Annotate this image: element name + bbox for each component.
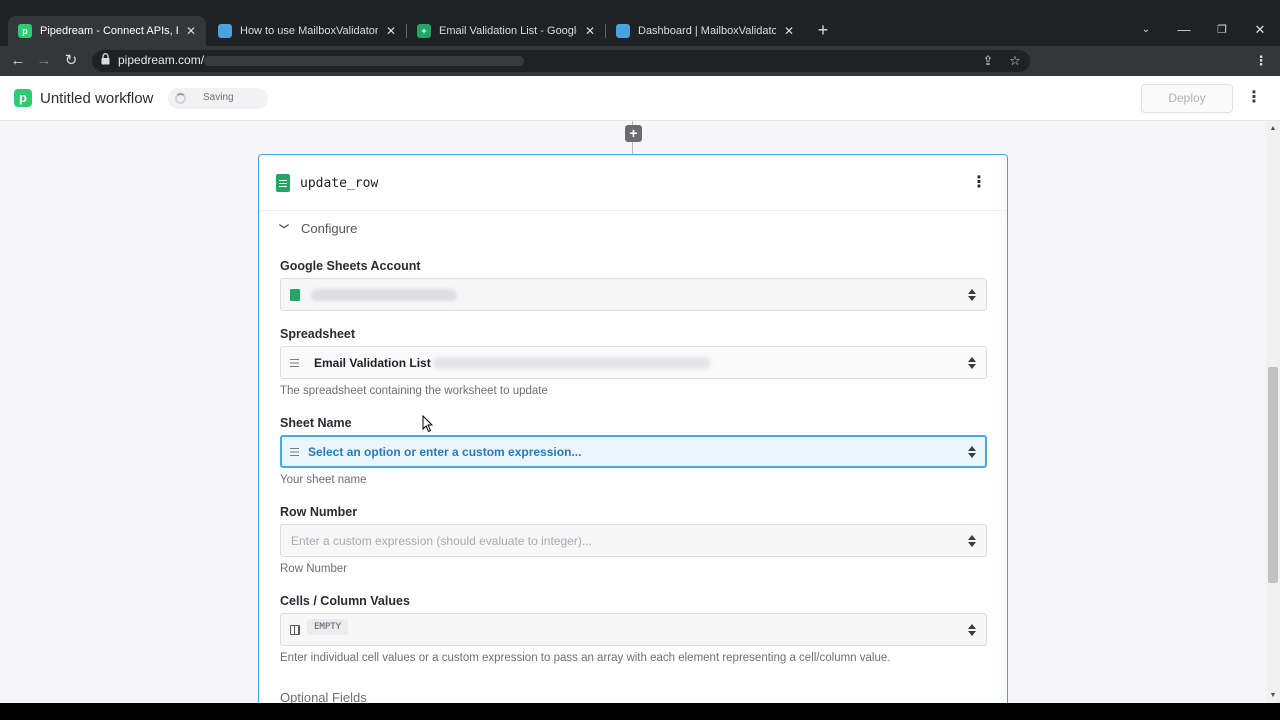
workflow-menu-icon[interactable]: ⋮ <box>1246 88 1262 108</box>
scrollbar-thumb[interactable] <box>1268 367 1278 583</box>
close-tab-icon[interactable]: ✕ <box>583 24 597 38</box>
tab-title: Pipedream - Connect APIs, Rema <box>40 25 178 37</box>
new-tab-icon[interactable]: + <box>814 20 832 40</box>
step-name[interactable]: update_row <box>300 176 378 191</box>
url-text[interactable]: pipedream.com/ <box>118 53 204 67</box>
bookmark-star-icon[interactable]: ☆ <box>1006 52 1024 70</box>
spinner-icon <box>175 93 186 104</box>
cells-hint: Enter individual cell values or a custom… <box>280 652 891 664</box>
step-card: update_row ⋮ ﹀ Configure Google Sheets A… <box>258 154 1008 703</box>
deploy-button[interactable]: Deploy <box>1141 84 1233 113</box>
close-tab-icon[interactable]: ✕ <box>782 24 796 38</box>
scroll-down-arrow-icon[interactable]: ▼ <box>1269 692 1277 699</box>
reload-icon[interactable]: ↻ <box>61 51 81 71</box>
close-tab-icon[interactable]: ✕ <box>384 24 398 38</box>
close-tab-icon[interactable]: ✕ <box>184 24 198 38</box>
mailboxvalidator-favicon-icon <box>616 24 630 38</box>
configure-toggle[interactable]: ﹀ Configure <box>279 221 357 236</box>
google-sheets-icon <box>290 289 300 301</box>
tab-title: Dashboard | MailboxValidator <box>638 25 776 37</box>
add-step-plus-icon[interactable]: + <box>625 125 642 142</box>
spreadsheet-label: Spreadsheet <box>280 327 356 341</box>
restore-icon[interactable]: ❐ <box>1212 20 1232 40</box>
select-arrows-icon <box>968 356 976 370</box>
scroll-up-arrow-icon[interactable]: ▲ <box>1269 125 1277 132</box>
page-scrollbar[interactable]: ▲ ▼ <box>1266 121 1280 703</box>
lock-icon <box>101 53 110 65</box>
row-number-label: Row Number <box>280 505 358 519</box>
sheet-name-label: Sheet Name <box>280 416 352 430</box>
select-arrows-icon <box>968 623 976 637</box>
pipedream-page: p Untitled workflow Saving Deploy ⋮ + up… <box>0 76 1280 703</box>
row-number-placeholder: Enter a custom expression (should evalua… <box>291 534 592 548</box>
tab-search-icon[interactable]: ⌄ <box>1136 20 1156 40</box>
spreadsheet-value: Email Validation List <box>314 356 431 370</box>
sheet-name-placeholder: Select an option or enter a custom expre… <box>308 445 582 459</box>
app-header: p Untitled workflow Saving Deploy ⋮ <box>0 76 1280 121</box>
share-icon[interactable]: ⇪ <box>979 52 997 70</box>
account-redacted <box>311 289 457 301</box>
row-number-hint: Row Number <box>280 563 348 575</box>
window-bottom-bar <box>0 703 1280 720</box>
mailboxvalidator-favicon-icon <box>218 24 232 38</box>
saving-status: Saving <box>168 88 268 109</box>
optional-fields-toggle[interactable]: Optional Fields <box>280 690 367 703</box>
sheet-name-select[interactable]: Select an option or enter a custom expre… <box>280 435 987 468</box>
row-number-input[interactable]: Enter a custom expression (should evalua… <box>280 524 987 557</box>
list-icon <box>290 448 299 456</box>
pipedream-favicon-icon: p <box>18 24 32 38</box>
cells-label: Cells / Column Values <box>280 594 410 608</box>
cells-input[interactable]: EMPTY <box>280 613 987 646</box>
tab-title: Email Validation List - Google Sh <box>439 25 577 37</box>
step-menu-icon[interactable]: ⋮ <box>971 173 987 193</box>
account-label: Google Sheets Account <box>280 259 421 273</box>
account-select[interactable] <box>280 278 987 311</box>
spreadsheet-select[interactable]: Email Validation List <box>280 346 987 379</box>
saving-label: Saving <box>203 92 234 103</box>
chevron-down-icon: ﹀ <box>279 225 289 236</box>
pipedream-logo-icon[interactable]: p <box>14 89 32 107</box>
select-arrows-icon <box>968 288 976 302</box>
sheet-name-hint: Your sheet name <box>280 474 367 486</box>
tab-pipedream[interactable]: p Pipedream - Connect APIs, Rema ✕ <box>8 16 206 46</box>
close-window-icon[interactable]: ✕ <box>1250 20 1270 40</box>
tab-mailboxvalidator-howto[interactable]: How to use MailboxValidator to v ✕ <box>208 16 406 46</box>
forward-arrow-icon[interactable]: → <box>34 51 54 71</box>
spreadsheet-hint: The spreadsheet containing the worksheet… <box>280 385 548 397</box>
minimize-icon[interactable]: — <box>1174 20 1194 40</box>
back-arrow-icon[interactable]: ← <box>8 51 28 71</box>
list-icon <box>290 359 299 367</box>
window-top-strip <box>0 0 1280 16</box>
google-sheets-favicon-icon: + <box>417 24 431 38</box>
tab-mailboxvalidator-dashboard[interactable]: Dashboard | MailboxValidator ✕ <box>606 16 804 46</box>
browser-menu-icon[interactable]: ⋮ <box>1252 52 1270 70</box>
spreadsheet-id-redacted <box>433 357 711 369</box>
step-header: update_row ⋮ <box>259 155 1007 211</box>
tab-title: How to use MailboxValidator to v <box>240 25 378 37</box>
workflow-title[interactable]: Untitled workflow <box>40 90 153 107</box>
cells-empty-badge: EMPTY <box>307 619 349 635</box>
url-redacted <box>204 56 524 66</box>
select-arrows-icon <box>968 534 976 548</box>
configure-label: Configure <box>301 221 358 236</box>
google-sheets-icon <box>276 174 290 192</box>
array-icon <box>290 625 300 635</box>
mouse-cursor-icon <box>422 415 434 433</box>
select-arrows-icon <box>968 445 976 459</box>
tab-google-sheets[interactable]: + Email Validation List - Google Sh ✕ <box>407 16 605 46</box>
